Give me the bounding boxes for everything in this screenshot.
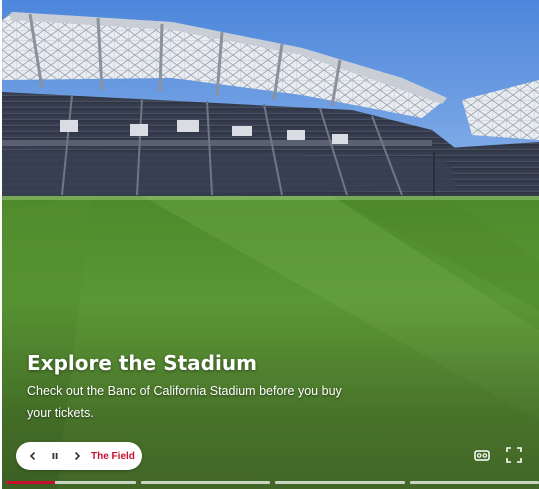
panorama-viewer[interactable]: Explore the Stadium Check out the Banc o…: [2, 0, 539, 489]
progress-segment[interactable]: [140, 481, 270, 484]
pause-icon[interactable]: [44, 442, 66, 470]
fullscreen-icon[interactable]: [505, 446, 523, 464]
progress-segment[interactable]: [409, 481, 539, 484]
scene-caption: Explore the Stadium Check out the Banc o…: [27, 350, 367, 424]
scene-title: Explore the Stadium: [27, 351, 257, 375]
current-scene-label[interactable]: The Field: [91, 451, 135, 462]
scene-description: Check out the Banc of California Stadium…: [27, 384, 342, 420]
chevron-left-icon[interactable]: [22, 442, 44, 470]
chevron-right-icon[interactable]: [66, 442, 88, 470]
vr-headset-icon[interactable]: [473, 446, 491, 464]
viewer-tools: [473, 446, 523, 464]
scene-navigation-controls: The Field: [16, 442, 142, 470]
progress-segment-fill: [6, 481, 56, 484]
tour-viewer-frame: Explore the Stadium Check out the Banc o…: [0, 0, 539, 489]
progress-segment[interactable]: [275, 481, 405, 484]
progress-segment[interactable]: [6, 481, 136, 484]
scene-progress-bar[interactable]: [6, 481, 539, 484]
